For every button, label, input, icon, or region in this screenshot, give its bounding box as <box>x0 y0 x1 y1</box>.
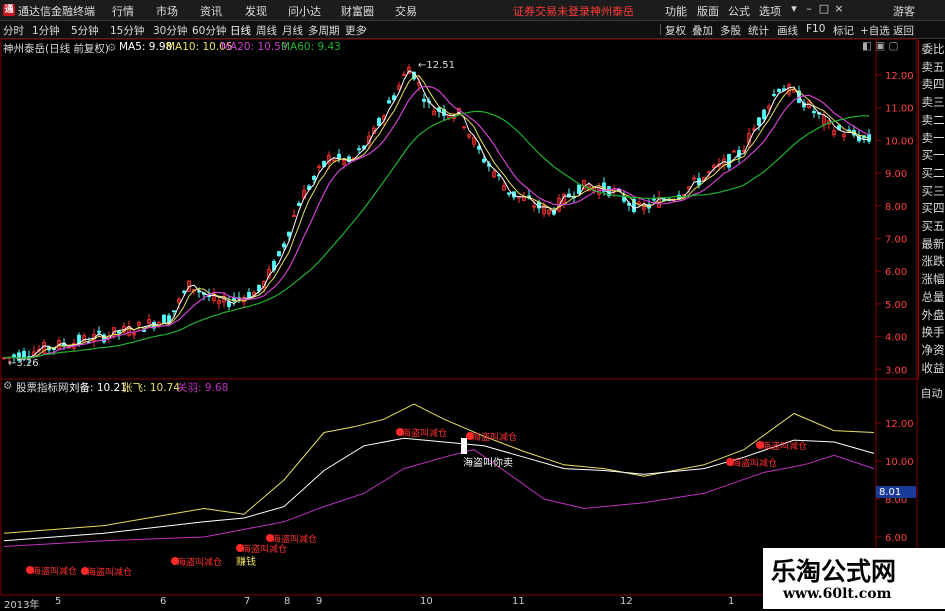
price-tick-label: 5.00 <box>885 300 907 311</box>
side-tab-5[interactable]: 卖一 <box>920 129 945 148</box>
candle-body <box>577 184 581 194</box>
quote-side-panel: 委比 卖五 卖四 卖三 卖二 卖一 买一 买二 买三 买四 买五 最新 涨跌 涨幅 总量 外盘 换手 净资 收益 <box>918 40 945 380</box>
side-tab-9[interactable]: 买四 <box>920 199 945 218</box>
sell-bar <box>461 438 467 454</box>
price-tick-label: 11.00 <box>885 104 914 115</box>
price-tick-label: 7.00 <box>885 235 907 246</box>
signal-reduce-label: 海盗叫减仓 <box>87 566 132 578</box>
candle-body <box>357 148 361 151</box>
price-tick-label: 8.00 <box>885 202 907 213</box>
candle-body <box>482 158 486 163</box>
candle-body <box>727 154 731 168</box>
side-tab-15[interactable]: 外盘 <box>920 306 945 325</box>
candle-body <box>777 88 781 92</box>
price-tick-label: 4.00 <box>885 333 907 344</box>
side-tab-12[interactable]: 涨跌 <box>920 252 945 271</box>
watermark-url: www.60lt.com <box>783 586 892 602</box>
date-tick: 12 <box>620 596 633 607</box>
signal-reduce-label: 海盗叫减仓 <box>177 556 222 568</box>
candle-body <box>377 117 381 126</box>
indicator-tick-label: 10.00 <box>885 457 914 468</box>
signal-reduce-label: 海盗叫减仓 <box>472 431 517 443</box>
candle-body <box>337 153 341 159</box>
date-tick: 5 <box>55 596 62 607</box>
candle-body <box>762 109 766 120</box>
candle-body <box>97 330 101 333</box>
indicator-tick-label: 6.00 <box>885 533 907 544</box>
signal-reduce-label: 海盗叫减仓 <box>272 533 317 545</box>
date-tick: 6 <box>160 596 167 607</box>
side-tab-10[interactable]: 买五 <box>920 217 945 236</box>
candle-body <box>732 150 736 153</box>
side-tab-17[interactable]: 净资 <box>920 341 945 360</box>
side-tab-11[interactable]: 最新 <box>920 235 945 254</box>
side-tab-0[interactable]: 委比 <box>920 40 945 59</box>
candle-body <box>117 330 121 334</box>
price-tick-label: 3.00 <box>885 365 907 376</box>
date-tick: 9 <box>316 596 323 607</box>
liubei-line <box>3 437 875 542</box>
signal-earn-label: 赚钱 <box>236 555 256 568</box>
low-price-label: ←3.26 <box>8 358 39 369</box>
signal-reduce-label: 海盗叫减仓 <box>762 440 807 452</box>
candle-body <box>387 100 391 104</box>
candle-body <box>287 231 291 237</box>
date-tick: 8 <box>284 596 291 607</box>
ma10-line <box>3 75 870 360</box>
side-tab-14[interactable]: 总量 <box>920 288 945 307</box>
side-tab-7[interactable]: 买二 <box>920 164 945 183</box>
candle-body <box>772 94 776 96</box>
side-tab-3[interactable]: 卖三 <box>920 93 945 112</box>
date-tick: 11 <box>512 596 525 607</box>
ma20-line <box>3 85 870 359</box>
signal-reduce-label: 海盗叫减仓 <box>402 427 447 439</box>
side-tab-6[interactable]: 买一 <box>920 146 945 165</box>
indicator-current-label: 8.01 <box>879 487 901 498</box>
price-tick-label: 6.00 <box>885 267 907 278</box>
ma5-line <box>3 70 870 360</box>
price-tick-label: 9.00 <box>885 169 907 180</box>
side-tab-8[interactable]: 买三 <box>920 182 945 201</box>
date-tick: 10 <box>420 596 433 607</box>
signal-reduce-label: 海盗叫减仓 <box>32 565 77 577</box>
candle-body <box>812 111 816 114</box>
auto-scale-toggle[interactable]: 自动 <box>918 385 945 401</box>
price-tick-label: 10.00 <box>885 136 914 147</box>
candle-body <box>277 251 281 257</box>
side-tab-1[interactable]: 卖五 <box>920 58 945 77</box>
signal-sell-label: 海盗叫你卖 <box>463 456 513 469</box>
candle-body <box>422 98 426 102</box>
price-tick-label: 12.00 <box>885 71 914 82</box>
candle-body <box>182 290 186 293</box>
side-tab-4[interactable]: 卖二 <box>920 111 945 130</box>
indicator-tick-label: 12.00 <box>885 419 914 430</box>
date-tick: 7 <box>244 596 251 607</box>
candle-body <box>312 175 316 180</box>
candle-body <box>757 117 761 126</box>
candle-body <box>652 198 656 201</box>
watermark: 乐淘公式网 www.60lt.com <box>763 548 945 609</box>
side-tab-2[interactable]: 卖四 <box>920 75 945 94</box>
candle-body <box>162 314 166 325</box>
watermark-title: 乐淘公式网 <box>771 557 897 586</box>
side-tab-18[interactable]: 收益 <box>920 359 945 378</box>
side-tab-13[interactable]: 涨幅 <box>920 270 945 289</box>
candle-body <box>172 310 176 313</box>
candle-body <box>282 243 286 248</box>
date-tick: 1 <box>728 596 735 607</box>
candle-body <box>507 192 511 195</box>
candle-body <box>227 301 231 307</box>
candle-body <box>297 202 301 207</box>
chart-canvas: 12.00 11.00 10.00 9.00 8.00 7.00 6.00 5.00 4.00 3… <box>0 38 918 596</box>
side-tab-16[interactable]: 换手 <box>920 323 945 342</box>
signal-reduce-label: 海盗叫减仓 <box>732 457 777 469</box>
high-price-label: ←12.51 <box>418 60 455 71</box>
